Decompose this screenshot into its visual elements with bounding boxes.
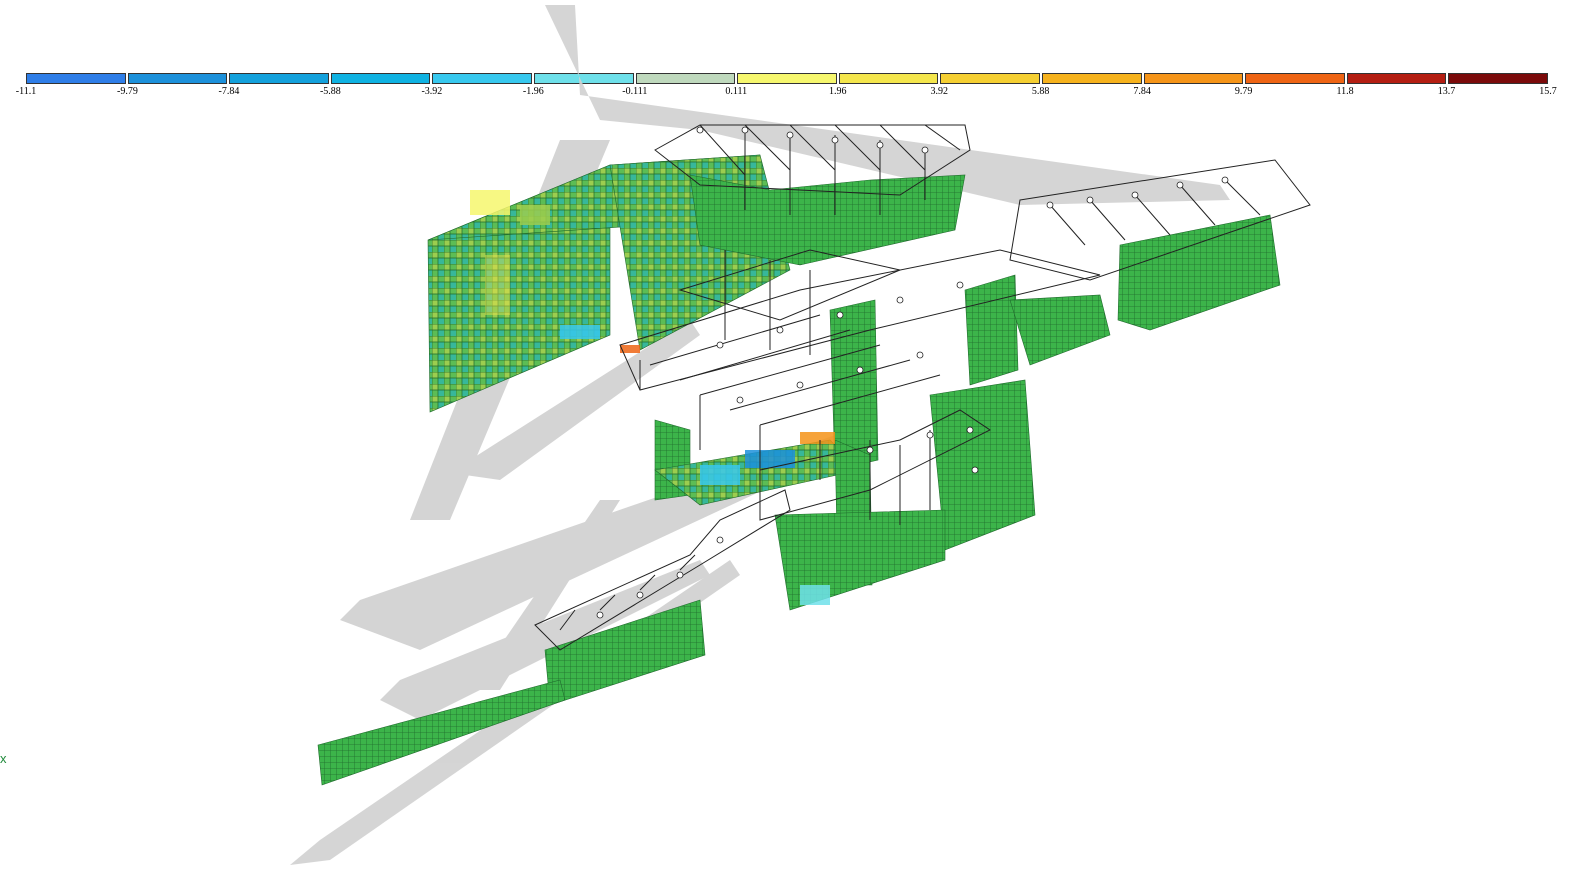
right-end-block bbox=[1117, 214, 1281, 331]
structural-model-view[interactable] bbox=[0, 0, 1586, 880]
upper-right-wall bbox=[689, 174, 966, 266]
right-tall-walls bbox=[929, 379, 1036, 551]
axis-label-x: x bbox=[0, 751, 7, 766]
mid-right-wall bbox=[964, 274, 1019, 386]
mid-right-slab bbox=[1009, 294, 1111, 366]
